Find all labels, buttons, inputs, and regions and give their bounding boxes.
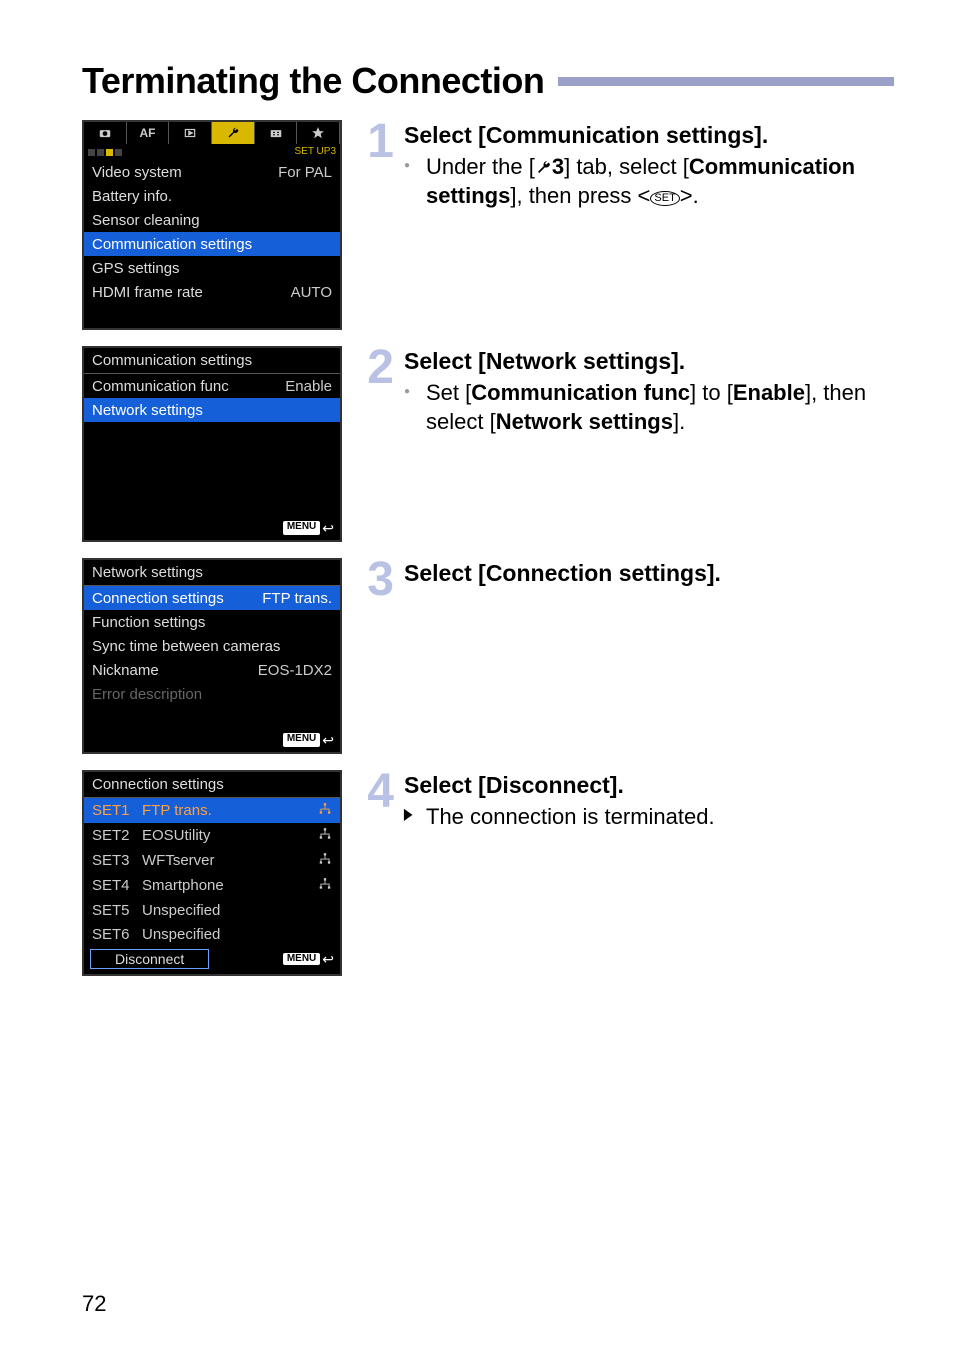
- return-icon: ↩: [322, 952, 334, 966]
- menu-row: Sensor cleaning: [84, 208, 340, 232]
- menu-row: SET5Unspecified: [84, 898, 340, 922]
- step-2-text: Select [Network settings]. Set [Communic…: [404, 346, 894, 542]
- menu-row: HDMI frame rateAUTO: [84, 280, 340, 304]
- tab-wrench-icon: [212, 122, 255, 144]
- step-4: Connection settings SET1FTP trans.SET2EO…: [82, 770, 894, 976]
- step-1-text: Select [Communication settings]. Under t…: [404, 120, 894, 330]
- tab-af: AF: [127, 122, 170, 144]
- step-number-2: 2: [362, 346, 394, 542]
- page-title: Terminating the Connection: [82, 60, 544, 102]
- menu-row: Function settings: [84, 610, 340, 634]
- menu-row: NicknameEOS-1DX2: [84, 658, 340, 682]
- lcd2-title: Communication settings: [84, 348, 340, 373]
- step-number-3: 3: [362, 558, 394, 754]
- step-number-1: 1: [362, 120, 394, 330]
- lcd4-footer: Disconnect MENU↩: [84, 946, 340, 974]
- step-number-4: 4: [362, 770, 394, 976]
- tab-star-icon: [297, 122, 340, 144]
- lcd1-tabs: AF: [84, 122, 340, 144]
- lcd3-title: Network settings: [84, 560, 340, 585]
- lcd-screen-4: Connection settings SET1FTP trans.SET2EO…: [82, 770, 342, 976]
- manual-page: Terminating the Connection AF SET UP: [0, 0, 954, 1345]
- return-icon: ↩: [322, 521, 334, 535]
- menu-row: SET1FTP trans.: [84, 798, 340, 823]
- menu-row: GPS settings: [84, 256, 340, 280]
- menu-row: SET3WFTserver: [84, 848, 340, 873]
- step-3-heading: Select [Connection settings].: [404, 558, 894, 588]
- step-4-text: Select [Disconnect]. The connection is t…: [404, 770, 894, 976]
- step-1-bullet: Under the [3] tab, select [Communication…: [426, 152, 894, 210]
- menu-row: Connection settingsFTP trans.: [84, 586, 340, 610]
- set-button-glyph: SET: [650, 191, 679, 206]
- lcd2-menu-back: MENU↩: [84, 518, 340, 540]
- subtab-label: SET UP3: [295, 147, 337, 157]
- menu-button: MENU: [283, 521, 320, 535]
- menu-row: SET4Smartphone: [84, 873, 340, 898]
- lcd4-title: Connection settings: [84, 772, 340, 797]
- lcd1-subtabs: SET UP3: [84, 144, 340, 160]
- disconnect-button: Disconnect: [90, 949, 209, 969]
- tab-custom-icon: [255, 122, 298, 144]
- menu-row: Communication settings: [84, 232, 340, 256]
- title-row: Terminating the Connection: [82, 60, 894, 102]
- menu-row: Sync time between cameras: [84, 634, 340, 658]
- lcd-screen-1: AF SET UP3 Video systemFor PALBattery in…: [82, 120, 342, 330]
- step-2-heading: Select [Network settings].: [404, 346, 894, 376]
- menu-row: SET2EOSUtility: [84, 823, 340, 848]
- menu-row: Network settings: [84, 398, 340, 422]
- step-3-text: Select [Connection settings].: [404, 558, 894, 754]
- step-1-heading: Select [Communication settings].: [404, 120, 894, 150]
- lcd3-menu-back: MENU↩: [84, 730, 340, 752]
- title-rule: [558, 77, 894, 86]
- menu-row: Video systemFor PAL: [84, 160, 340, 184]
- menu-row: SET6Unspecified: [84, 922, 340, 946]
- step-2: Communication settings Communication fun…: [82, 346, 894, 542]
- return-icon: ↩: [322, 733, 334, 747]
- menu-row: Battery info.: [84, 184, 340, 208]
- lcd-screen-3: Network settings Connection settingsFTP …: [82, 558, 342, 754]
- tab-camera-icon: [84, 122, 127, 144]
- step-3: Network settings Connection settingsFTP …: [82, 558, 894, 754]
- step-4-arrow-bullet: The connection is terminated.: [426, 802, 894, 831]
- tab-play-icon: [169, 122, 212, 144]
- step-1: AF SET UP3 Video systemFor PALBattery in…: [82, 120, 894, 330]
- step-2-bullet: Set [Communication func] to [Enable], th…: [426, 378, 894, 436]
- menu-button: MENU: [283, 953, 320, 965]
- lcd-screen-2: Communication settings Communication fun…: [82, 346, 342, 542]
- menu-row: Error description: [84, 682, 340, 706]
- menu-button: MENU: [283, 733, 320, 747]
- menu-row: Communication funcEnable: [84, 374, 340, 398]
- page-number: 72: [82, 1291, 106, 1317]
- step-4-heading: Select [Disconnect].: [404, 770, 894, 800]
